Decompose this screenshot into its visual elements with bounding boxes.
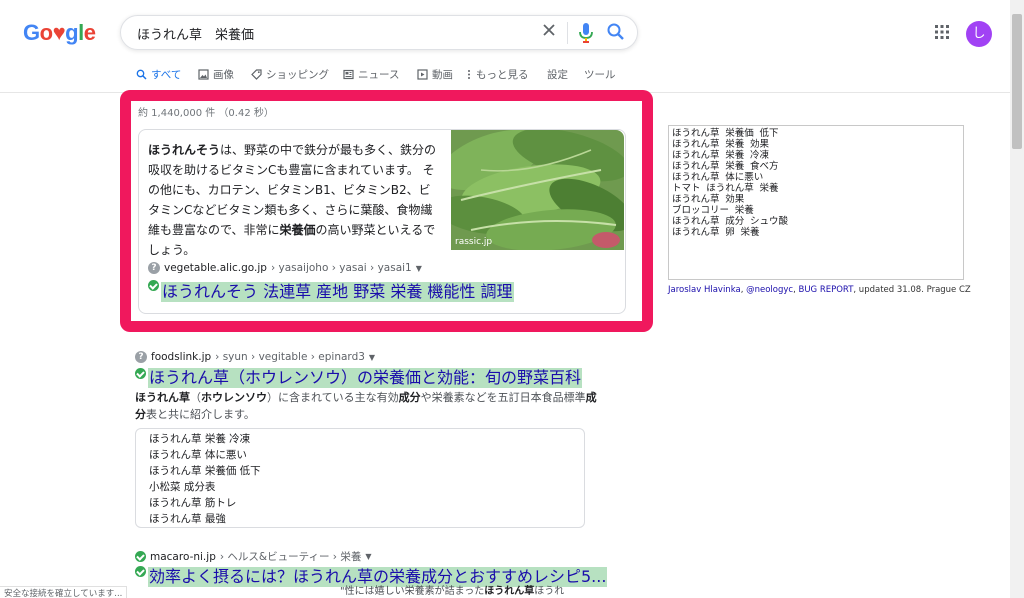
snippet-bold: ほうれん草 (135, 391, 190, 404)
tab-shopping[interactable]: ショッピング (251, 67, 329, 82)
help-icon[interactable]: ? (135, 351, 147, 363)
related-searches-box: ほうれん草 栄養 冷凍 ほうれん草 体に悪い ほうれん草 栄養価 低下 小松菜 … (135, 428, 585, 528)
snippet-text-part: （ (190, 391, 201, 404)
scrollbar-thumb[interactable] (1012, 14, 1022, 149)
related-search-item[interactable]: ほうれん草 栄養 冷凍 (149, 431, 250, 446)
tab-label: 設定 (547, 69, 568, 81)
result-2-snippet: "性には嬉しい栄養素が詰まったほうれん草ほうれ (340, 586, 564, 598)
logo-letter-g2: g (65, 20, 79, 45)
logo-letter-e: e (83, 20, 96, 45)
result-domain: vegetable.alic.go.jp (164, 262, 267, 274)
bug-report-link[interactable]: BUG REPORT (798, 285, 853, 295)
extension-credit: Jaroslav Hlavinka, @neologyc, BUG REPORT… (668, 285, 971, 295)
image-icon (198, 69, 209, 80)
related-search-item[interactable]: ほうれん草 体に悪い (149, 447, 247, 462)
snippet-bold: ほうれんそう (148, 143, 221, 157)
snippet-text-part: や栄養素などを五訂日本食品標準 (420, 391, 586, 404)
result-1-cite: ? foodslink.jp › syun › vegitable › epin… (135, 351, 375, 363)
search-divider (567, 22, 568, 44)
more-vert-icon (468, 70, 470, 79)
result-domain: macaro-ni.jp (150, 550, 216, 563)
featured-cite: ? vegetable.alic.go.jp › yasaijoho › yas… (148, 262, 422, 274)
check-icon (135, 368, 146, 379)
microphone-icon[interactable] (578, 22, 594, 44)
twitter-handle-link[interactable]: @neologyc (746, 285, 793, 295)
tab-settings[interactable]: 設定 (547, 67, 568, 82)
tag-icon (251, 69, 262, 80)
result-path: › ヘルス&ビューティー › 栄養 (219, 551, 362, 563)
apps-grid-icon[interactable] (934, 24, 950, 40)
snippet-bold: 栄養価 (279, 223, 316, 237)
tab-images[interactable]: 画像 (198, 67, 234, 82)
search-icon[interactable] (606, 22, 626, 42)
featured-result-link[interactable]: ほうれんそう 法連草 産地 野菜 栄養 機能性 調理 (161, 282, 514, 302)
search-box (120, 15, 638, 50)
heart-icon: ♥ (52, 20, 66, 45)
tab-tools[interactable]: ツール (584, 67, 616, 82)
snippet-bold: ホウレンソウ (201, 391, 267, 404)
browser-status-bar: 安全な接続を確立しています... (0, 586, 128, 598)
check-icon (148, 280, 159, 291)
result-path: › yasaijoho › yasai › yasai1 (270, 262, 412, 274)
news-icon (343, 69, 354, 80)
result-path: › syun › vegitable › epinard3 (215, 351, 365, 363)
logo-letter-g: G (23, 20, 40, 45)
snippet-text-part: ）に含まれている主な有効 (267, 391, 399, 404)
snippet-text-part: ほうれ (534, 586, 565, 597)
related-search-item[interactable]: ほうれん草 最強 (149, 511, 226, 526)
snippet-text-part: 表と共に紹介します。 (146, 408, 255, 421)
search-input[interactable] (137, 23, 537, 43)
tab-label: すべて (151, 69, 182, 81)
check-icon (135, 566, 146, 577)
tab-label: ツール (584, 69, 616, 81)
result-1-link[interactable]: ほうれん草（ホウレンソウ）の栄養価と効能：旬の野菜百科 (148, 368, 583, 388)
tab-label: ショッピング (266, 69, 329, 81)
tab-more[interactable]: もっと見る (466, 67, 529, 82)
result-domain: foodslink.jp (151, 351, 212, 363)
search-icon (136, 69, 147, 80)
related-search-item[interactable]: ほうれん草 栄養価 低下 (149, 463, 261, 478)
related-search-item[interactable]: 小松菜 成分表 (149, 479, 215, 494)
related-search-item[interactable]: ほうれん草 筋トレ (149, 495, 236, 510)
author-link[interactable]: Jaroslav Hlavinka (668, 285, 741, 295)
page-scrollbar[interactable] (1010, 0, 1024, 598)
chevron-down-icon[interactable]: ▼ (365, 552, 371, 561)
keyword-suggestions-textarea[interactable]: ほうれん草 栄養価 低下 ほうれん草 栄養 効果 ほうれん草 栄養 冷凍 ほうれ… (668, 125, 964, 280)
logo-letter-o: o (39, 20, 53, 45)
clear-icon[interactable] (540, 21, 558, 39)
result-stats: 約 1,440,000 件 （0.42 秒） (138, 108, 274, 119)
chevron-down-icon[interactable]: ▼ (416, 264, 422, 273)
tab-all[interactable]: すべて (136, 67, 181, 82)
result-2-link[interactable]: 効率よく摂るには？ほうれん草の栄養成分とおすすめレシピ5... (148, 567, 608, 587)
search-header: Go♥gle し すべて (0, 0, 1010, 93)
help-icon[interactable]: ? (148, 262, 160, 274)
snippet-text-part: "性には嬉しい栄養素が詰まった (340, 586, 485, 597)
snippet-bold: 成分 (398, 391, 421, 404)
tab-label: 画像 (213, 69, 234, 81)
account-avatar[interactable]: し (966, 21, 992, 47)
credit-tail: , updated 31.08. Prague CZ (853, 285, 971, 295)
featured-snippet-text: ほうれんそうは、野菜の中で鉄分が最も多く、鉄分の吸収を助けるビタミンCも豊富に含… (148, 140, 440, 260)
tab-news[interactable]: ニュース (343, 67, 399, 82)
image-source-label: rassic.jp (455, 237, 493, 247)
chevron-down-icon[interactable]: ▼ (369, 353, 375, 362)
result-2-cite: macaro-ni.jp › ヘルス&ビューティー › 栄養 ▼ (135, 549, 371, 564)
tab-label: 動画 (432, 69, 453, 81)
spinach-image[interactable] (451, 130, 624, 250)
tab-videos[interactable]: 動画 (417, 67, 453, 82)
google-logo[interactable]: Go♥gle (23, 20, 96, 46)
tab-label: もっと見る (476, 69, 529, 81)
video-icon (417, 69, 428, 80)
tab-label: ニュース (358, 69, 400, 81)
snippet-bold: ほうれん草 (484, 586, 535, 597)
check-icon (135, 551, 146, 562)
result-1-snippet: ほうれん草（ホウレンソウ）に含まれている主な有効成分や栄養素などを五訂日本食品標… (135, 389, 605, 423)
